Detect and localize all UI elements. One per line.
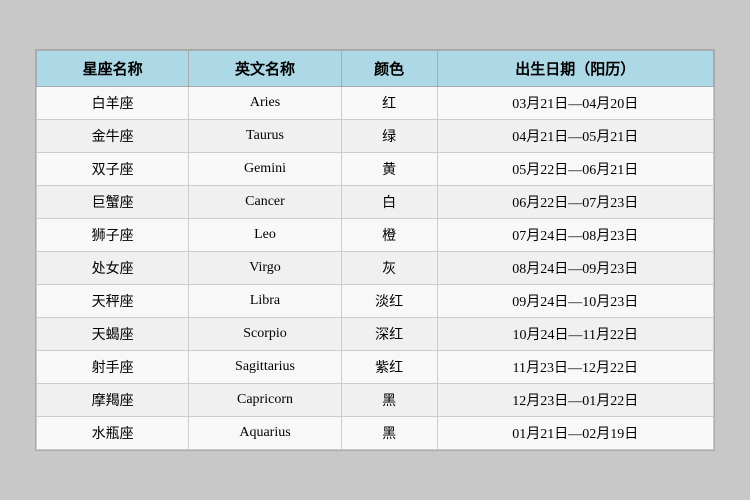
cell-dates: 06月22日—07月23日: [437, 186, 713, 219]
table-row: 天蝎座Scorpio深红10月24日—11月22日: [37, 318, 714, 351]
cell-chinese-name: 金牛座: [37, 120, 189, 153]
table-row: 射手座Sagittarius紫红11月23日—12月22日: [37, 351, 714, 384]
cell-english-name: Sagittarius: [189, 351, 341, 384]
cell-chinese-name: 巨蟹座: [37, 186, 189, 219]
cell-chinese-name: 狮子座: [37, 219, 189, 252]
cell-chinese-name: 天秤座: [37, 285, 189, 318]
table-row: 水瓶座Aquarius黑01月21日—02月19日: [37, 417, 714, 450]
zodiac-table: 星座名称 英文名称 颜色 出生日期（阳历） 白羊座Aries红03月21日—04…: [36, 50, 714, 450]
cell-english-name: Libra: [189, 285, 341, 318]
table-header-row: 星座名称 英文名称 颜色 出生日期（阳历）: [37, 51, 714, 87]
table-row: 白羊座Aries红03月21日—04月20日: [37, 87, 714, 120]
cell-dates: 10月24日—11月22日: [437, 318, 713, 351]
cell-dates: 01月21日—02月19日: [437, 417, 713, 450]
header-english-name: 英文名称: [189, 51, 341, 87]
cell-english-name: Gemini: [189, 153, 341, 186]
cell-english-name: Taurus: [189, 120, 341, 153]
cell-color: 橙: [341, 219, 437, 252]
cell-dates: 08月24日—09月23日: [437, 252, 713, 285]
cell-dates: 07月24日—08月23日: [437, 219, 713, 252]
cell-english-name: Scorpio: [189, 318, 341, 351]
table-row: 摩羯座Capricorn黑12月23日—01月22日: [37, 384, 714, 417]
header-dates: 出生日期（阳历）: [437, 51, 713, 87]
cell-english-name: Virgo: [189, 252, 341, 285]
cell-chinese-name: 天蝎座: [37, 318, 189, 351]
table-row: 双子座Gemini黄05月22日—06月21日: [37, 153, 714, 186]
cell-chinese-name: 射手座: [37, 351, 189, 384]
cell-english-name: Aries: [189, 87, 341, 120]
cell-color: 黑: [341, 384, 437, 417]
cell-english-name: Cancer: [189, 186, 341, 219]
cell-english-name: Leo: [189, 219, 341, 252]
cell-dates: 12月23日—01月22日: [437, 384, 713, 417]
cell-color: 淡红: [341, 285, 437, 318]
header-chinese-name: 星座名称: [37, 51, 189, 87]
cell-color: 红: [341, 87, 437, 120]
table-row: 巨蟹座Cancer白06月22日—07月23日: [37, 186, 714, 219]
cell-chinese-name: 处女座: [37, 252, 189, 285]
cell-english-name: Aquarius: [189, 417, 341, 450]
cell-chinese-name: 水瓶座: [37, 417, 189, 450]
cell-dates: 11月23日—12月22日: [437, 351, 713, 384]
cell-english-name: Capricorn: [189, 384, 341, 417]
cell-dates: 03月21日—04月20日: [437, 87, 713, 120]
cell-dates: 09月24日—10月23日: [437, 285, 713, 318]
cell-chinese-name: 摩羯座: [37, 384, 189, 417]
table-row: 金牛座Taurus绿04月21日—05月21日: [37, 120, 714, 153]
cell-chinese-name: 白羊座: [37, 87, 189, 120]
table-row: 处女座Virgo灰08月24日—09月23日: [37, 252, 714, 285]
header-color: 颜色: [341, 51, 437, 87]
cell-color: 白: [341, 186, 437, 219]
cell-color: 黄: [341, 153, 437, 186]
cell-dates: 04月21日—05月21日: [437, 120, 713, 153]
cell-color: 灰: [341, 252, 437, 285]
cell-color: 紫红: [341, 351, 437, 384]
table-row: 狮子座Leo橙07月24日—08月23日: [37, 219, 714, 252]
table-row: 天秤座Libra淡红09月24日—10月23日: [37, 285, 714, 318]
cell-dates: 05月22日—06月21日: [437, 153, 713, 186]
cell-color: 黑: [341, 417, 437, 450]
zodiac-table-container: 星座名称 英文名称 颜色 出生日期（阳历） 白羊座Aries红03月21日—04…: [35, 49, 715, 451]
table-body: 白羊座Aries红03月21日—04月20日金牛座Taurus绿04月21日—0…: [37, 87, 714, 450]
cell-chinese-name: 双子座: [37, 153, 189, 186]
cell-color: 深红: [341, 318, 437, 351]
cell-color: 绿: [341, 120, 437, 153]
